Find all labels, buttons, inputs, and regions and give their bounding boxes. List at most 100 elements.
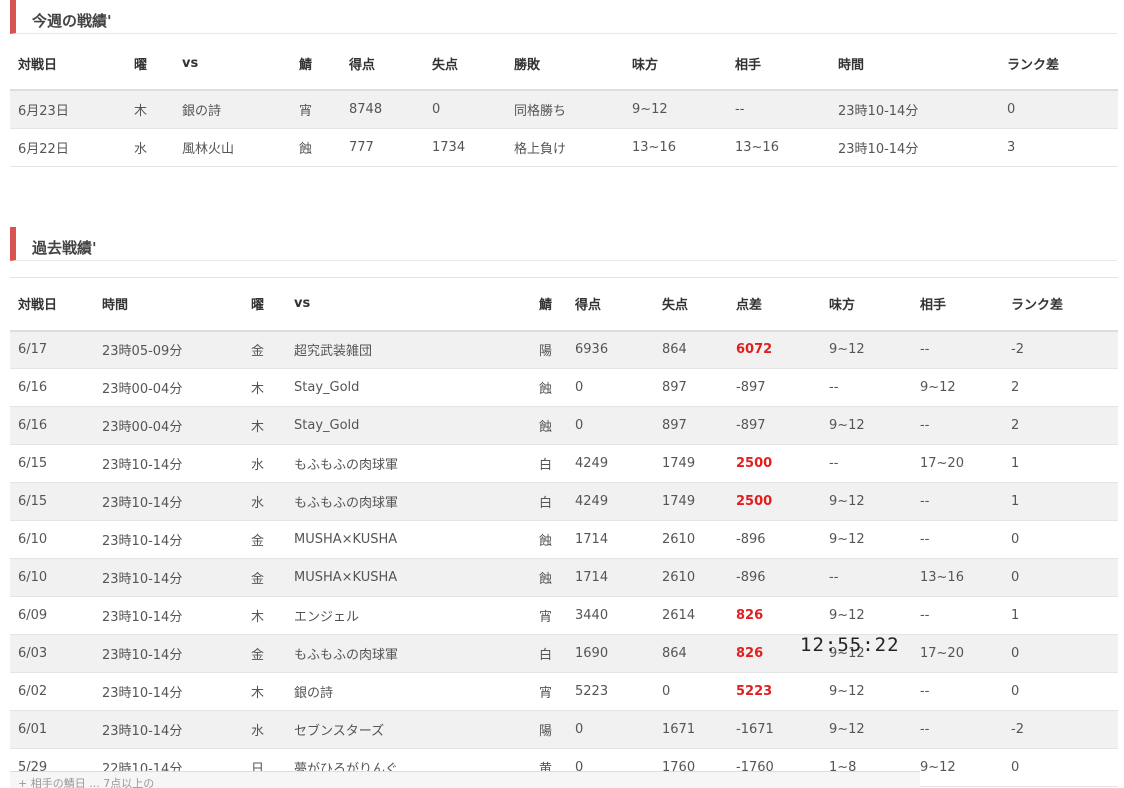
column-header: 味方 — [632, 57, 659, 73]
column-header: 時間 — [838, 57, 865, 73]
table-row: 6/01 23時10-14分 水 セブンスターズ 陽 0 1671 -1671 9~12 -- -2 — [10, 710, 1118, 749]
table-cell: Stay_Gold — [294, 380, 360, 395]
table-cell: -- — [735, 101, 745, 117]
table-cell: 0 — [662, 684, 671, 699]
table-cell: 1671 — [662, 722, 696, 737]
table-cell: 23時10-14分 — [102, 724, 183, 739]
table-cell: 白 — [539, 648, 553, 663]
table-cell: 蝕 — [299, 141, 313, 157]
table-cell: 6/10 — [18, 532, 48, 547]
table-cell: 9~12 — [920, 380, 956, 395]
column-header: 対戦日 — [18, 298, 58, 314]
table-cell: 9~12 — [829, 722, 865, 737]
column-header: ランク差 — [1007, 57, 1060, 73]
column-header: 鯖 — [539, 298, 553, 314]
table-cell: 木 — [251, 382, 265, 397]
table-cell: 宵 — [539, 686, 553, 701]
table-cell: MUSHA×KUSHA — [294, 532, 398, 547]
table-cell: 826 — [736, 608, 764, 623]
table-row: 6/10 23時10-14分 金 MUSHA×KUSHA 蝕 1714 2610 -896 --… — [10, 558, 1118, 597]
table-cell: -2 — [1011, 342, 1024, 358]
footer-text: + 相手の鯖日 ... 7点以上の — [18, 777, 155, 788]
footer-bar: + 相手の鯖日 ... 7点以上の — [10, 771, 920, 788]
table-cell: 1 — [1011, 608, 1020, 623]
table-cell: 木 — [251, 610, 265, 625]
table-cell: 6/02 — [18, 684, 48, 699]
table-cell: セブンスターズ — [294, 724, 385, 739]
table-cell: 23時10-14分 — [838, 141, 919, 157]
table-row: 6/17 23時05-09分 金 超究武装雑団 陽 6936 864 6072 9~12 -- -2 — [10, 330, 1118, 369]
past-header: 過去戦績' — [10, 227, 1117, 261]
table-cell: 23時05-09分 — [102, 344, 183, 360]
table-cell: 6月23日 — [18, 103, 69, 119]
table-row: 6月23日 木 銀の詩 宵 8748 0 同格勝ち 9~12 -- 23時10-14分 0 — [10, 90, 1118, 128]
table-row: 6/02 23時10-14分 木 銀の詩 宵 5223 0 5223 9~12 -- 0 — [10, 672, 1118, 711]
table-cell: もふもふの肉球軍 — [294, 496, 399, 511]
table-cell: 23時10-14分 — [102, 648, 183, 663]
table-cell: 0 — [1011, 684, 1020, 699]
table-cell: 9~12 — [829, 608, 865, 623]
table-cell: 4249 — [575, 494, 609, 509]
table-cell: 木 — [134, 103, 148, 119]
table-cell: 水 — [134, 141, 148, 157]
table-row: 6月22日 水 風林火山 蝕 777 1734 格上負け 13~16 13~16 23時10-14… — [10, 128, 1118, 166]
table-cell: -897 — [736, 380, 766, 395]
table-cell: 23時10-14分 — [102, 686, 183, 701]
past-table: 対戦日 時間曜 vs 鯖得点 失点 点差 味方 相手 ランク差 6/17 23時05-09分金超究… — [10, 277, 1118, 787]
table-cell: 金 — [251, 534, 265, 549]
table-cell: エンジェル — [294, 610, 360, 625]
this-week-title: 今週の戦績' — [32, 12, 112, 30]
table-cell: 13~16 — [920, 570, 964, 585]
table-cell: 金 — [251, 648, 265, 663]
table-cell: 蝕 — [539, 534, 553, 549]
table-cell: 陽 — [539, 344, 553, 360]
table-cell: 水 — [251, 496, 265, 511]
table-cell: 23時10-14分 — [838, 103, 919, 119]
table-cell: -1671 — [736, 722, 774, 737]
table-cell: -- — [829, 456, 839, 471]
overlay-clock: 12:55:22 — [800, 634, 900, 656]
table-cell: 13~16 — [632, 139, 676, 155]
table-cell: 13~16 — [735, 139, 779, 155]
column-header: ランク差 — [1011, 298, 1064, 314]
column-header: 曜 — [134, 57, 148, 73]
table-cell: 6/03 — [18, 646, 48, 661]
this-week-header: 今週の戦績' — [10, 0, 1117, 34]
table-cell: 9~12 — [920, 760, 956, 775]
table-cell: 0 — [1011, 646, 1020, 661]
column-header: 失点 — [662, 298, 689, 314]
table-cell: 2 — [1011, 380, 1020, 395]
table-cell: 5223 — [736, 684, 773, 699]
table-cell: 4249 — [575, 456, 609, 471]
table-cell: 0 — [575, 380, 584, 395]
table-cell: -- — [920, 532, 930, 547]
table-cell: 0 — [1011, 760, 1020, 775]
table-cell: 6072 — [736, 342, 773, 358]
table-row: 6/10 23時10-14分 金 MUSHA×KUSHA 蝕 1714 2610 -896 9~… — [10, 520, 1118, 559]
table-cell: 0 — [1011, 532, 1020, 547]
past-title: 過去戦績' — [32, 239, 97, 257]
table-cell: 超究武装雑団 — [294, 344, 373, 360]
table-cell: -897 — [736, 418, 766, 433]
table-cell: 6/01 — [18, 722, 48, 737]
table-cell: 864 — [662, 342, 687, 358]
table-cell: 23時10-14分 — [102, 610, 183, 625]
column-header: 相手 — [735, 57, 762, 73]
table-cell: 864 — [662, 646, 687, 661]
column-header: 時間 — [102, 298, 129, 314]
table-cell: 6/09 — [18, 608, 48, 623]
table-cell: 1 — [1011, 456, 1020, 471]
table-cell: -- — [920, 722, 930, 737]
table-row: 6/09 23時10-14分 木 エンジェル 宵 3440 2614 826 9~12 -- 1 — [10, 596, 1118, 635]
column-header: 得点 — [349, 57, 376, 73]
column-header: 点差 — [736, 298, 763, 314]
table-cell: 白 — [539, 458, 553, 473]
table-cell: 1690 — [575, 646, 609, 661]
table-cell: 23時00-04分 — [102, 420, 183, 435]
table-cell: 6/10 — [18, 570, 48, 585]
table-cell: -- — [920, 608, 930, 623]
table-cell: 2610 — [662, 570, 696, 585]
table-cell: 2500 — [736, 494, 773, 509]
table-cell: -- — [829, 380, 839, 395]
column-header: 対戦日 — [18, 57, 58, 73]
